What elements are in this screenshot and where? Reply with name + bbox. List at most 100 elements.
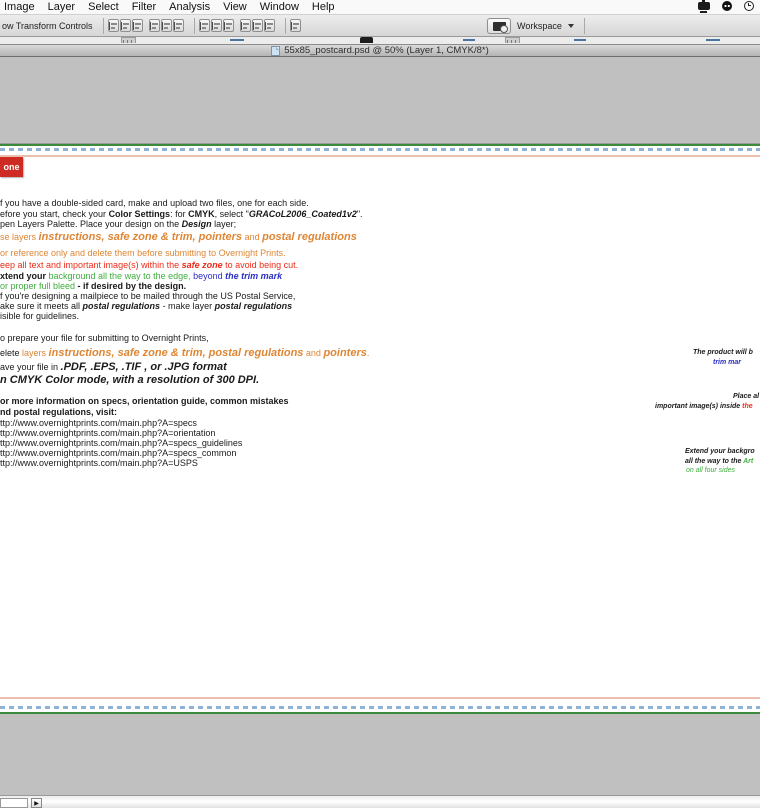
display-icon[interactable] [698,2,710,10]
menu-item-help[interactable]: Help [312,1,335,13]
menu-bar-items: Image Layer Select Filter Analysis View Window… [0,1,335,13]
distribute-top-edges-button[interactable] [199,19,210,32]
text-segment: The product will b [693,349,753,356]
text-segment: Place al [733,393,759,400]
text-line: Extend your backgro [685,448,755,456]
align-left-edges-button[interactable] [149,19,160,32]
zone-label-text: one [3,162,19,172]
workspace-button[interactable] [487,18,511,34]
auto-align-layers-button[interactable] [290,19,301,32]
menu-item-analysis[interactable]: Analysis [169,1,210,13]
safe-zone-line-top [0,155,760,157]
align-vertical-centers-icon [121,22,129,30]
distribute-bottom-edges-button[interactable] [223,19,234,32]
align-right-edges-button[interactable] [173,19,184,32]
align-horizontal-centers-button[interactable] [161,19,172,32]
text-segment: trim mar [713,359,741,366]
document-title: 55x85_postcard.psd @ 50% (Layer 1, CMYK/… [284,45,489,56]
text-segment: se layers [0,232,39,242]
horizontal-scrollbar[interactable]: ▶ [0,795,760,808]
text-segment: xtend your [0,271,49,281]
distribute-top-edges-icon [200,22,208,30]
text-segment: or more information on specs, orientatio… [0,396,289,406]
chevron-down-icon[interactable] [568,24,574,28]
text-segment: ake sure it meets all [0,301,83,311]
button-group [240,19,275,32]
distribute-right-edges-button[interactable] [264,19,275,32]
separator [103,18,104,34]
text-segment: instructions, safe zone & trim, postal r… [49,347,304,359]
text-segment: background all the way to the edge, [49,271,191,281]
menu-item-filter[interactable]: Filter [132,1,156,13]
text-segment: nd postal regulations, visit: [0,407,117,417]
text-segment: eep all text and important image(s) with… [0,260,182,270]
text-segment: beyond [191,271,226,281]
text-segment: ttp://www.overnightprints.com/main.php?A… [0,418,197,428]
scroll-right-arrow[interactable]: ▶ [31,798,42,808]
distribute-horizontal-centers-button[interactable] [252,19,263,32]
text-segment: - if desired by the design. [75,281,186,291]
text-segment: n CMYK Color mode, with a resolution of … [0,374,259,386]
dots-icon[interactable] [722,1,732,11]
text-segment: isible for guidelines. [0,311,79,321]
text-segment: ". [357,209,363,219]
zone-label-tab: one [0,157,23,177]
text-line: all the way to the Art [685,458,753,466]
bleed-edge-line-top [0,144,760,146]
text-segment: .PDF, .EPS, .TIF , or .JPG format [61,361,227,373]
separator [584,18,585,34]
panel-edge-artifact [574,39,586,41]
options-bar: ow Transform Controls Workspace [0,15,760,37]
align-top-edges-button[interactable] [108,19,119,32]
text-segment: pointers [323,347,366,359]
distribute-left-edges-button[interactable] [240,19,251,32]
text-segment: all the way to the [685,458,743,465]
distribute-right-edges-icon [265,22,273,30]
menu-item-layer[interactable]: Layer [48,1,76,13]
text-segment: ttp://www.overnightprints.com/main.php?A… [0,428,215,438]
text-line: f you have a double-sided card, make and… [0,199,309,209]
text-segment: ttp://www.overnightprints.com/main.php?A… [0,448,236,458]
text-segment: CMYK [188,209,215,219]
text-line: on all four sides [686,467,735,475]
text-line: important image(s) inside the [655,403,753,411]
clock-icon[interactable] [744,1,754,11]
text-segment: postal regulations [262,231,357,243]
document-title-bar[interactable]: 55x85_postcard.psd @ 50% (Layer 1, CMYK/… [0,44,760,57]
align-bottom-edges-button[interactable] [132,19,143,32]
text-segment: Extend your backgro [685,448,755,455]
text-segment: on all four sides [686,467,735,474]
text-segment: GRACoL2006_Coated1v2 [249,209,357,219]
text-line: n CMYK Color mode, with a resolution of … [0,374,259,386]
text-segment: . [367,348,370,358]
auto-align-layers-icon [291,22,299,30]
menu-item-view[interactable]: View [223,1,247,13]
text-line: trim mar [713,359,741,367]
text-segment: f you have a double-sided card, make and… [0,198,309,208]
text-segment: layers [22,348,49,358]
text-segment: layer; [212,219,237,229]
menu-item-select[interactable]: Select [88,1,119,13]
text-segment: : for [170,209,188,219]
menu-item-image[interactable]: Image [4,1,35,13]
button-group [199,19,234,32]
menu-status-icons [698,1,754,11]
text-segment: Design [182,219,212,229]
menu-item-window[interactable]: Window [260,1,299,13]
align-vertical-centers-button[interactable] [120,19,131,32]
text-line: ttp://www.overnightprints.com/main.php?A… [0,459,198,469]
text-segment: and [303,348,323,358]
distribute-vertical-centers-button[interactable] [211,19,222,32]
distribute-horizontal-centers-icon [253,22,261,30]
panel-edge-artifact [121,37,136,43]
text-segment: ttp://www.overnightprints.com/main.php?A… [0,438,242,448]
button-group [290,19,301,32]
panel-edge-artifact [463,39,475,41]
workspace-icon [493,22,506,31]
trim-guide-dashed-bottom [0,706,760,709]
safe-zone-line-bottom [0,697,760,699]
text-segment: , select " [215,209,249,219]
separator [285,18,286,34]
text-line: elete layers instructions, safe zone & t… [0,347,369,359]
document-viewport[interactable]: one f you have a double-sided card, make… [0,57,760,795]
